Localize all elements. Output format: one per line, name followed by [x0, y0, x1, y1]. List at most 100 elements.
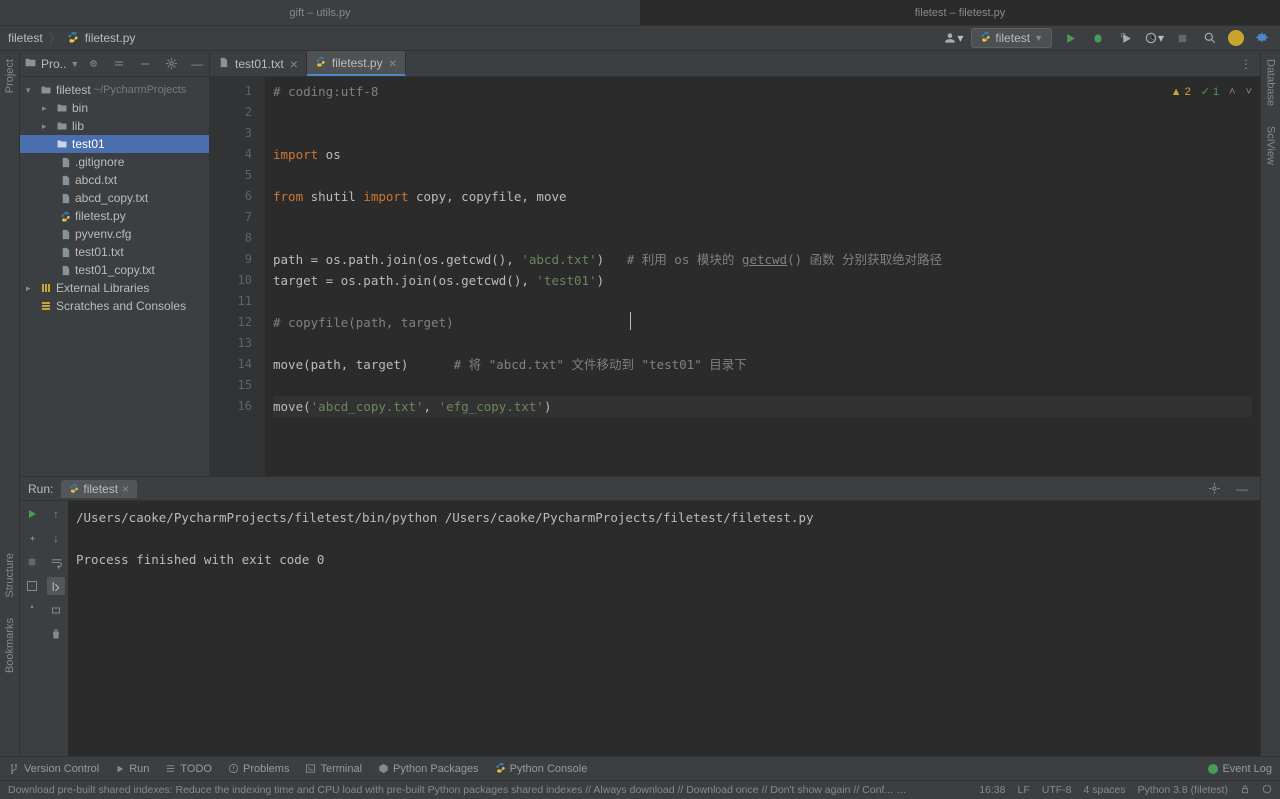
tree-file-pyvenv[interactable]: pyvenv.cfg: [20, 225, 209, 243]
terminal-button[interactable]: Terminal: [305, 763, 362, 775]
run-button[interactable]: [1060, 28, 1080, 48]
breadcrumb: filetest 〉 filetest.py: [8, 30, 135, 47]
lock-icon[interactable]: [1240, 784, 1250, 797]
macos-tab-left[interactable]: gift – utils.py: [0, 0, 640, 25]
profile-button[interactable]: ▾: [1144, 28, 1164, 48]
hide-icon[interactable]: —: [187, 54, 207, 74]
stop-button[interactable]: [1172, 28, 1192, 48]
trash-icon[interactable]: [47, 625, 65, 643]
database-tool-button[interactable]: Database: [1265, 59, 1277, 106]
close-icon[interactable]: ×: [122, 482, 129, 496]
ok-badge[interactable]: ✓ 1: [1201, 85, 1219, 98]
avatar[interactable]: [1228, 30, 1244, 46]
chevron-down-icon[interactable]: ˅: [1246, 86, 1252, 98]
stop-icon[interactable]: [23, 529, 41, 547]
version-control-button[interactable]: Version Control: [8, 763, 99, 775]
layout-icon[interactable]: [23, 577, 41, 595]
gear-icon[interactable]: [1204, 479, 1224, 499]
run-button-bottom[interactable]: Run: [115, 763, 149, 775]
status-time: 16:38: [979, 784, 1005, 797]
folder-icon: [55, 119, 69, 133]
tree-folder-test01[interactable]: test01: [20, 135, 209, 153]
softwrap-icon[interactable]: [47, 553, 65, 571]
tree-file-filetestpy[interactable]: filetest.py: [20, 207, 209, 225]
code-content[interactable]: # coding:utf-8 import os from shutil imp…: [265, 77, 1260, 476]
tree-file-test01txt[interactable]: test01.txt: [20, 243, 209, 261]
close-icon[interactable]: ×: [290, 56, 298, 72]
tree-file-abcd[interactable]: abcd.txt: [20, 171, 209, 189]
breadcrumb-project[interactable]: filetest: [8, 31, 43, 45]
tab-label: test01.txt: [235, 57, 284, 71]
editor-tab-filetest[interactable]: filetest.py ×: [307, 51, 406, 76]
collapse-all-icon[interactable]: [135, 54, 155, 74]
run-tab[interactable]: filetest ×: [61, 480, 137, 498]
tree-label: Scratches and Consoles: [56, 299, 186, 313]
event-log-button[interactable]: Event Log: [1208, 763, 1272, 775]
tree-file-abcdcopy[interactable]: abcd_copy.txt: [20, 189, 209, 207]
sciview-tool-button[interactable]: SciView: [1265, 126, 1277, 165]
status-line-separator[interactable]: LF: [1017, 784, 1029, 797]
project-dropdown-label[interactable]: Pro..: [41, 57, 66, 71]
tree-file-gitignore[interactable]: .gitignore: [20, 153, 209, 171]
rerun-icon[interactable]: [23, 505, 41, 523]
status-interpreter[interactable]: Python 3.8 (filetest): [1138, 784, 1228, 797]
stop-button-icon[interactable]: [23, 553, 41, 571]
status-encoding[interactable]: UTF-8: [1042, 784, 1072, 797]
scroll-to-end-icon[interactable]: [47, 577, 65, 595]
scratch-icon: [39, 299, 53, 313]
gear-icon[interactable]: [161, 54, 181, 74]
chevron-up-icon[interactable]: ˄: [1229, 86, 1235, 98]
line-numbers: 12345678910111213141516: [210, 77, 265, 476]
tree-external-libraries[interactable]: ▸ External Libraries: [20, 279, 209, 297]
user-icon[interactable]: ▾: [943, 28, 963, 48]
tree-label: lib: [72, 119, 84, 133]
warning-badge[interactable]: ▲ 2: [1171, 86, 1191, 98]
search-icon[interactable]: [1200, 28, 1220, 48]
run-coverage-button[interactable]: [1116, 28, 1136, 48]
macos-tab-right[interactable]: filetest – filetest.py: [640, 0, 1280, 25]
run-output[interactable]: /Users/caoke/PycharmProjects/filetest/bi…: [68, 501, 1260, 756]
bookmarks-tool-button[interactable]: Bookmarks: [4, 618, 16, 673]
up-icon[interactable]: ↑: [47, 505, 65, 523]
tree-project-root[interactable]: ▾ filetest ~/PycharmProjects: [20, 81, 209, 99]
status-indent[interactable]: 4 spaces: [1084, 784, 1126, 797]
code-editor[interactable]: 12345678910111213141516 # coding:utf-8 i…: [210, 77, 1260, 476]
close-icon[interactable]: ×: [389, 55, 397, 71]
hide-icon[interactable]: —: [1232, 479, 1252, 499]
tree-file-test01copy[interactable]: test01_copy.txt: [20, 261, 209, 279]
run-configuration-selector[interactable]: filetest ▼: [971, 28, 1052, 48]
todo-button[interactable]: TODO: [165, 763, 212, 775]
python-console-button[interactable]: Python Console: [495, 762, 588, 776]
expand-all-icon[interactable]: [109, 54, 129, 74]
pin-icon[interactable]: [23, 601, 41, 619]
project-tool-button[interactable]: Project: [4, 59, 16, 93]
tree-path: ~/PycharmProjects: [94, 84, 187, 96]
status-dot-icon: [1208, 764, 1218, 774]
project-sidebar-header: Pro.. ▼ —: [20, 51, 209, 77]
status-message[interactable]: Download pre-built shared indexes: Reduc…: [8, 784, 908, 796]
select-opened-file-icon[interactable]: [83, 54, 103, 74]
ide-settings-icon[interactable]: [1252, 28, 1272, 48]
tree-scratches[interactable]: Scratches and Consoles: [20, 297, 209, 315]
window-tabs: gift – utils.py filetest – filetest.py: [0, 0, 1280, 26]
debug-button[interactable]: [1088, 28, 1108, 48]
print-icon[interactable]: [47, 601, 65, 619]
editor-area: test01.txt × filetest.py × ⋮ 12345678910…: [210, 51, 1260, 476]
editor-tabs-menu[interactable]: ⋮: [1240, 57, 1260, 71]
branch-icon[interactable]: [1262, 784, 1272, 797]
tree-folder-bin[interactable]: ▸ bin: [20, 99, 209, 117]
editor-tab-test01[interactable]: test01.txt ×: [210, 51, 307, 76]
breadcrumb-file[interactable]: filetest.py: [85, 31, 136, 45]
project-sidebar: Pro.. ▼ — ▾ filetest ~/Pyc: [20, 51, 210, 476]
problems-button[interactable]: Problems: [228, 763, 289, 775]
python-packages-button[interactable]: Python Packages: [378, 763, 479, 775]
chevron-right-icon: ▸: [42, 121, 52, 132]
structure-tool-button[interactable]: Structure: [4, 553, 16, 598]
text-file-icon: [58, 191, 72, 205]
down-icon[interactable]: ↓: [47, 529, 65, 547]
text-cursor: [630, 312, 631, 330]
tree-label: filetest.py: [75, 209, 126, 223]
tree-folder-lib[interactable]: ▸ lib: [20, 117, 209, 135]
tree-label: test01_copy.txt: [75, 263, 155, 277]
inspection-badges[interactable]: ▲ 2 ✓ 1 ˄ ˅: [1171, 85, 1252, 98]
